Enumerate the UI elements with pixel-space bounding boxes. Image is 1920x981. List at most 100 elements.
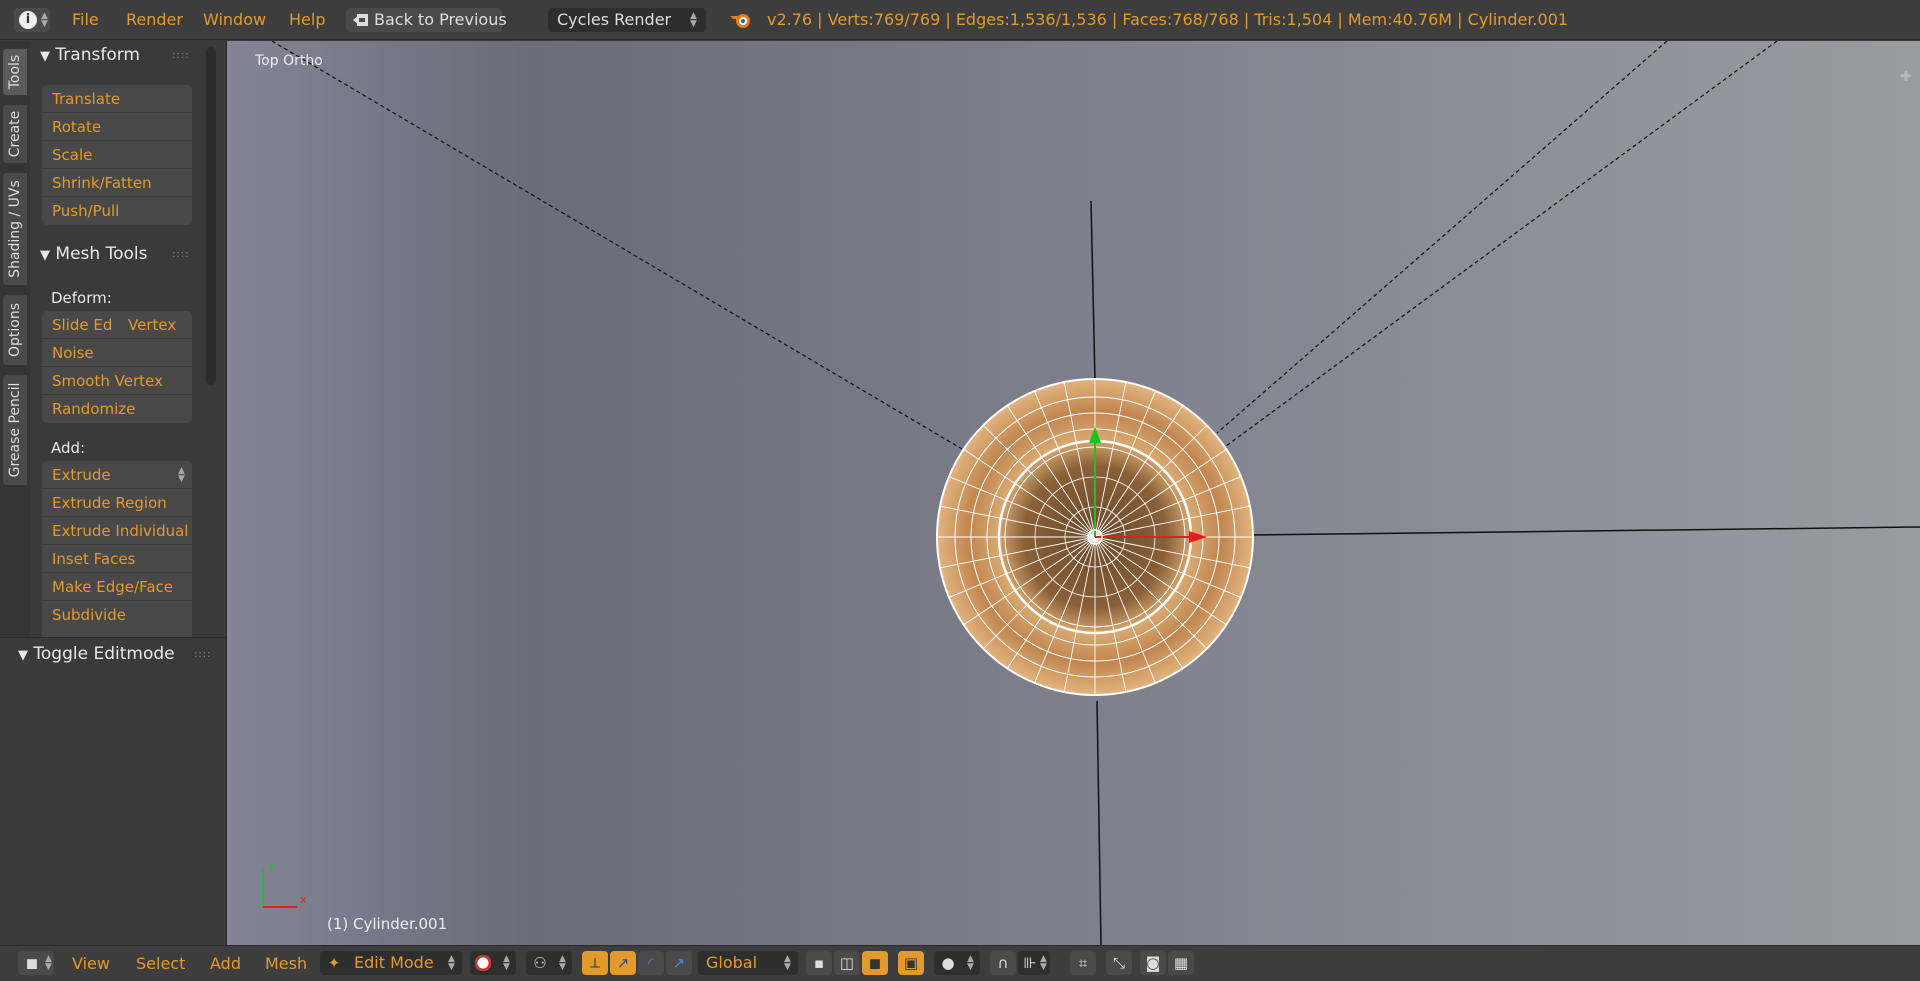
toggle-editmode-title: Toggle Editmode	[33, 644, 175, 664]
tab-grease-pencil[interactable]: Grease Pencil	[3, 375, 27, 485]
menu-view[interactable]: View	[72, 953, 110, 975]
blender-logo-icon	[730, 14, 750, 28]
editor-type-info-button[interactable]: i ▲ ▼	[14, 8, 50, 32]
updown-arrows-icon: ▲ ▼	[690, 11, 697, 29]
object-line	[1090, 200, 1096, 382]
snap-align-icon: ⤡	[1112, 954, 1125, 972]
deform-label: Deform:	[51, 289, 112, 307]
bottom-header-bar: ◼ ▲ ▼ View Select Add Mesh ✦ Edit Mode ▲ ▼…	[0, 945, 1920, 981]
face-select-button[interactable]: ◼	[862, 951, 888, 975]
make-edge-face-button[interactable]: Make Edge/Face	[42, 573, 192, 601]
tab-tools[interactable]: Tools	[3, 49, 27, 95]
extrude-region-button[interactable]: Extrude Region	[42, 489, 192, 517]
render-engine-select[interactable]: Cycles Render ▲ ▼	[548, 8, 706, 32]
tab-shading-uvs[interactable]: Shading / UVs	[3, 173, 27, 285]
3d-viewport[interactable]: y x Top Ortho (1) Cylinder.001 ✚	[227, 41, 1920, 945]
snap-toggle-button[interactable]: ∩	[990, 951, 1016, 975]
top-bar: i ▲ ▼ File Render Window Help Back to Pre…	[0, 0, 1920, 40]
info-icon: i	[19, 11, 37, 29]
menu-add[interactable]: Add	[210, 953, 241, 975]
proportional-editing-select[interactable]: ● ▲ ▼	[934, 951, 980, 975]
back-to-previous-button[interactable]: Back to Previous	[346, 8, 507, 32]
camera-dashed-line	[271, 41, 963, 450]
menu-file[interactable]: File	[72, 9, 99, 31]
edit-mode-icon: ✦	[327, 954, 341, 972]
translate-arrow-icon: ↗	[616, 954, 630, 972]
noise-button[interactable]: Noise	[42, 339, 192, 367]
updown-arrows-icon: ▲ ▼	[1040, 954, 1047, 972]
updown-arrows-icon: ▲ ▼	[448, 954, 455, 972]
mode-select[interactable]: ✦ Edit Mode ▲ ▼	[320, 951, 462, 975]
manipulator-toggle-button[interactable]: ⟂	[582, 951, 608, 975]
extrude-individual-button[interactable]: Extrude Individual	[42, 517, 192, 545]
snap-target-icon: ⌗	[1078, 954, 1088, 972]
object-line	[1246, 526, 1920, 536]
slide-vertex-button[interactable]: Vertex	[128, 311, 176, 339]
panel-drag-grip-icon[interactable]: ::::	[172, 50, 189, 61]
camera-icon: ◙	[1145, 954, 1161, 972]
tool-shelf-scrollbar[interactable]	[206, 47, 216, 385]
panel-drag-grip-icon[interactable]: ::::	[172, 249, 189, 260]
snap-element-select[interactable]: ⊪ ▲ ▼	[1018, 951, 1050, 975]
cube-view-icon: ◼	[25, 954, 39, 972]
back-arrow-icon	[353, 14, 368, 26]
manipulator-icon: ⟂	[589, 954, 600, 972]
camera-dashed-line	[1216, 41, 1668, 434]
inset-faces-button[interactable]: Inset Faces	[42, 545, 192, 573]
transform-orientation-select[interactable]: Global ▲ ▼	[698, 951, 798, 975]
translate-manipulator-button[interactable]: ↗	[610, 951, 636, 975]
pivot-point-icon: ⚇	[533, 954, 547, 972]
menu-select[interactable]: Select	[136, 953, 185, 975]
deform-buttons: Slide Ed Vertex Noise Smooth Vertex Rand…	[42, 311, 192, 423]
viewport-shading-select[interactable]: ▲ ▼	[470, 951, 516, 975]
limit-selection-visible-button[interactable]: ▣	[898, 951, 924, 975]
shrink-fatten-button[interactable]: Shrink/Fatten	[42, 169, 192, 197]
extrude-dropdown[interactable]: Extrude ▲ ▼	[42, 461, 192, 489]
vertex-select-button[interactable]: ▪	[806, 951, 832, 975]
updown-arrows-icon: ▲ ▼	[178, 466, 185, 484]
editor-type-3d-view-button[interactable]: ◼ ▲ ▼	[18, 951, 54, 975]
menu-render[interactable]: Render	[126, 9, 183, 31]
collapse-triangle-icon: ▼	[40, 49, 50, 64]
rotate-arc-icon: ◜	[648, 954, 654, 972]
menu-window[interactable]: Window	[203, 9, 266, 31]
slide-edge-button[interactable]: Slide Ed	[52, 311, 112, 339]
opengl-render-image-button[interactable]: ◙	[1140, 951, 1166, 975]
smooth-vertex-button[interactable]: Smooth Vertex	[42, 367, 192, 395]
scale-handle-icon: ↗	[672, 954, 686, 972]
menu-mesh[interactable]: Mesh	[265, 953, 307, 975]
push-pull-button[interactable]: Push/Pull	[42, 197, 192, 225]
rotate-button[interactable]: Rotate	[42, 113, 192, 141]
toggle-editmode-header[interactable]: ▼ Toggle Editmode	[18, 642, 175, 666]
snap-increment-icon: ⊪	[1023, 954, 1037, 972]
scale-button[interactable]: Scale	[42, 141, 192, 169]
edge-select-button[interactable]: ◫	[834, 951, 860, 975]
viewport-split-plus-icon[interactable]: ✚	[1900, 69, 1920, 89]
menu-help[interactable]: Help	[289, 9, 325, 31]
shading-sphere-icon	[475, 955, 491, 971]
opengl-render-animation-button[interactable]: ▦	[1168, 951, 1194, 975]
scale-manipulator-button[interactable]: ↗	[666, 951, 692, 975]
operator-panel: ▼ Toggle Editmode ::::	[0, 637, 226, 946]
view-name-label: Top Ortho	[255, 53, 323, 69]
pivot-point-select[interactable]: ⚇ ▲ ▼	[526, 951, 572, 975]
collapse-triangle-icon: ▼	[18, 648, 28, 663]
opengl-render-button[interactable]: ⤡	[1106, 951, 1132, 975]
object-line	[1096, 700, 1102, 945]
mesh-tools-panel-header[interactable]: ▼ Mesh Tools	[40, 242, 147, 266]
randomize-button[interactable]: Randomize	[42, 395, 192, 423]
panel-drag-grip-icon[interactable]: ::::	[194, 649, 211, 660]
updown-arrows-icon: ▲ ▼	[967, 954, 974, 972]
snap-target-button[interactable]: ⌗	[1070, 951, 1096, 975]
deform-row: Slide Ed Vertex	[42, 311, 192, 339]
rotate-manipulator-button[interactable]: ◜	[638, 951, 664, 975]
subdivide-button[interactable]: Subdivide	[42, 601, 192, 629]
transform-panel-header[interactable]: ▼ Transform	[40, 43, 140, 67]
add-buttons: Extrude ▲ ▼ Extrude Region Extrude Indivi…	[42, 461, 192, 639]
tab-options[interactable]: Options	[3, 295, 27, 365]
translate-button[interactable]: Translate	[42, 85, 192, 113]
collapse-triangle-icon: ▼	[40, 248, 50, 263]
updown-arrows-icon: ▲ ▼	[784, 954, 791, 972]
tab-create[interactable]: Create	[3, 105, 27, 163]
updown-arrows-icon: ▲ ▼	[41, 11, 48, 29]
